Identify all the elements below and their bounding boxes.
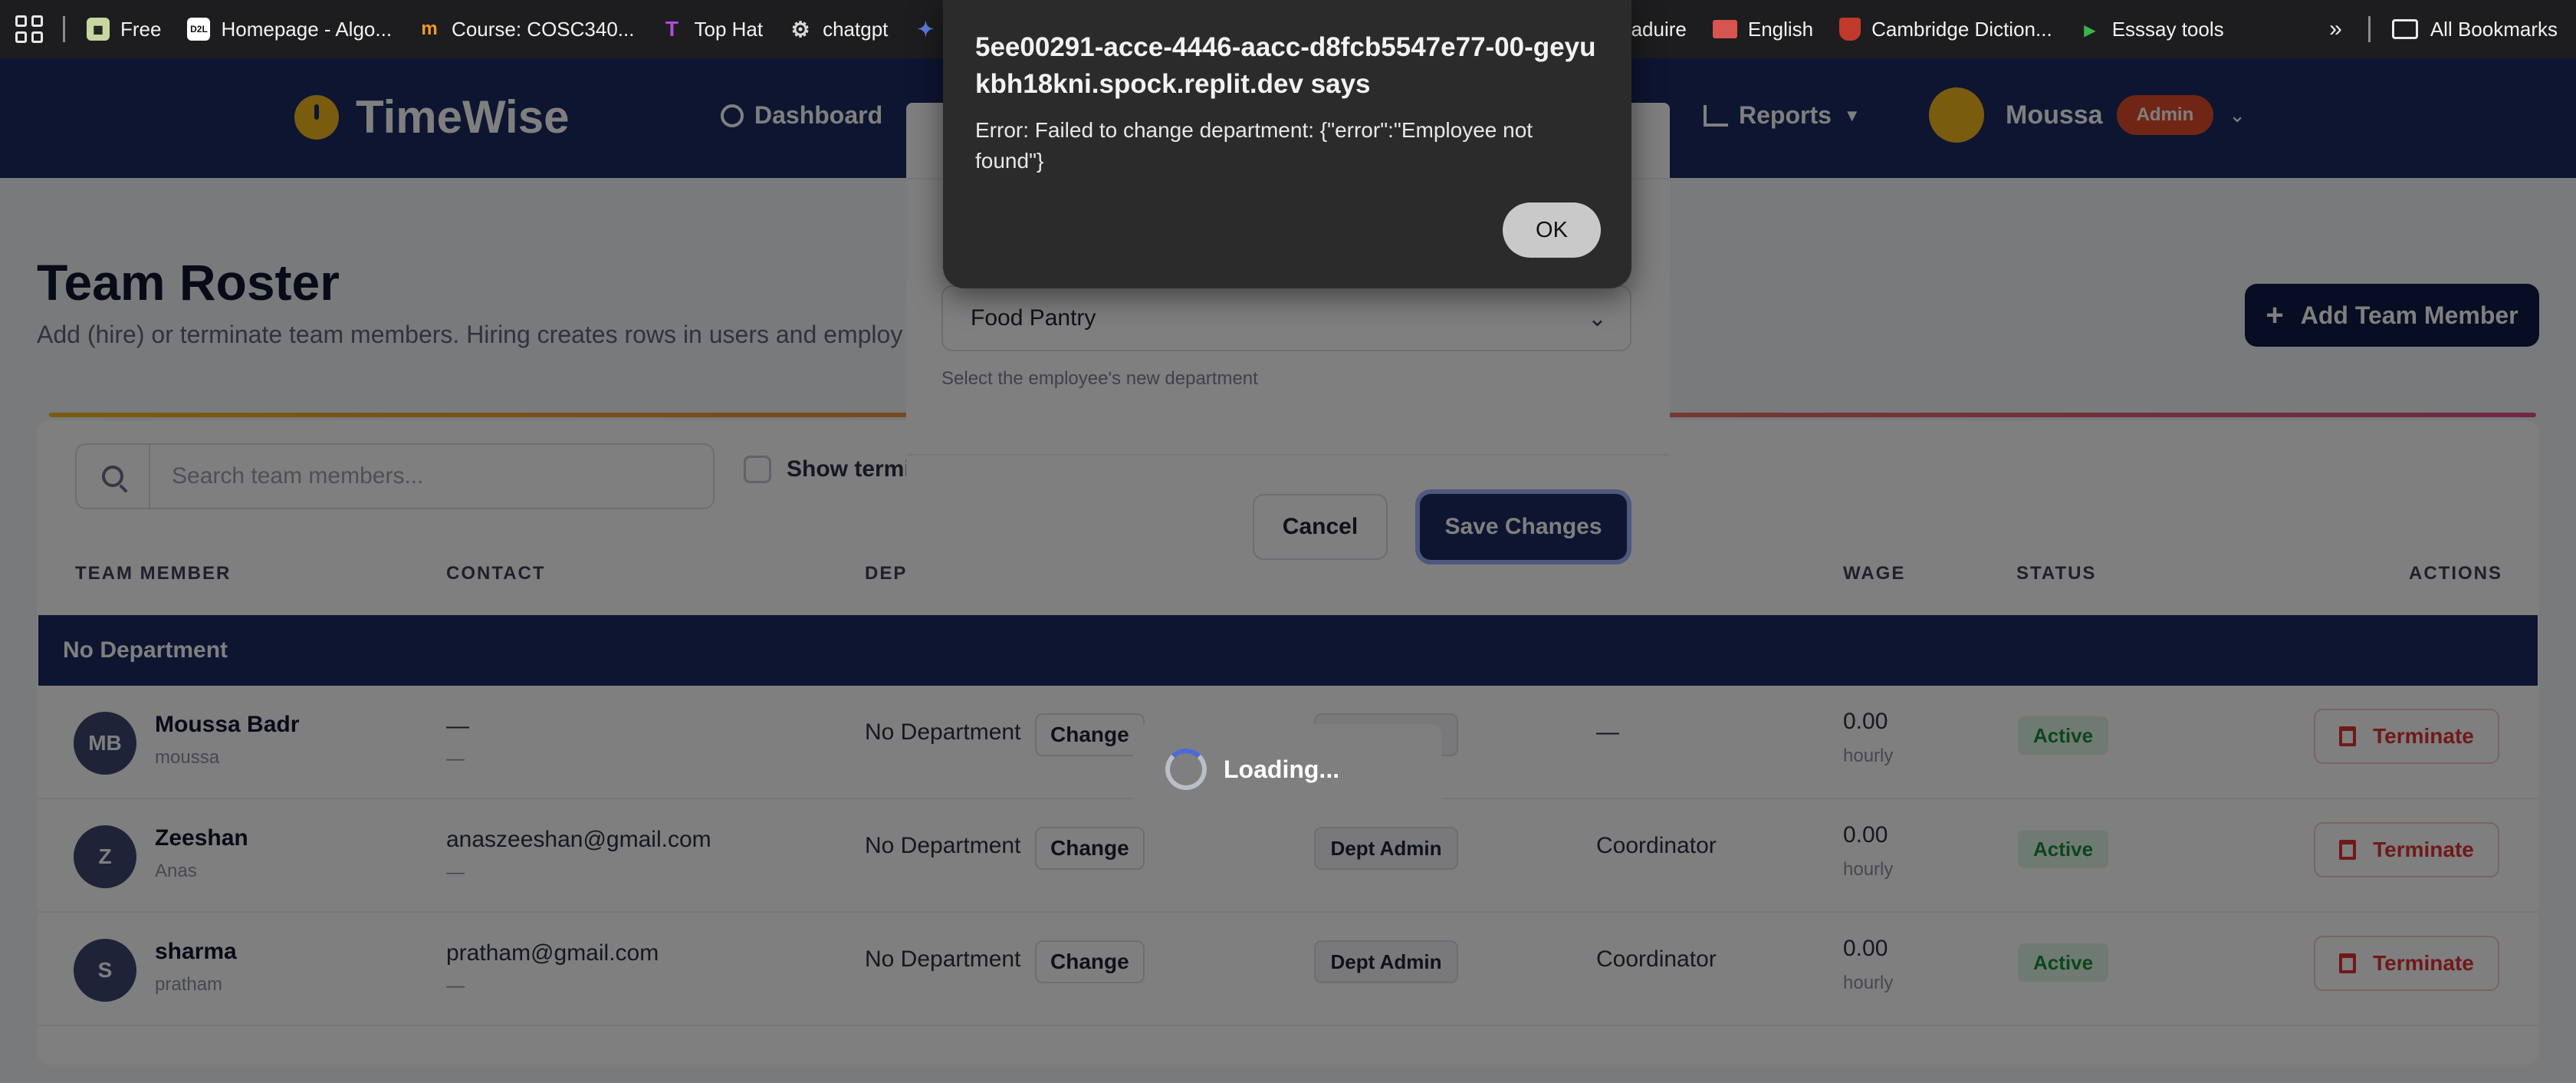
bookmark-label: chatgpt bbox=[823, 17, 889, 41]
bookmark-cambridge[interactable]: Cambridge Diction... bbox=[1839, 18, 2052, 41]
bookmark-chatgpt[interactable]: ⚙ chatgpt bbox=[789, 17, 889, 41]
bookmarks-divider bbox=[63, 16, 65, 42]
bookmark-free[interactable]: ▦ Free bbox=[87, 18, 161, 41]
folder-icon bbox=[2391, 19, 2418, 39]
bookmarks-right: » All Bookmarks bbox=[2329, 0, 2558, 58]
bird-icon: ✦ bbox=[917, 17, 935, 41]
bookmark-label: Cambridge Diction... bbox=[1871, 17, 2052, 41]
bookmark-label: Free bbox=[120, 17, 162, 41]
bookmark-english[interactable]: English bbox=[1712, 17, 1814, 41]
bookmark-label: Course: COSC340... bbox=[452, 17, 635, 41]
loading-indicator: Loading... bbox=[1133, 724, 1441, 815]
openai-icon: ⚙ bbox=[790, 17, 810, 41]
bookmark-moodle[interactable]: m Course: COSC340... bbox=[418, 18, 634, 41]
bookmark-label: English bbox=[1747, 17, 1814, 41]
tophat-icon: T bbox=[665, 17, 679, 41]
browser-alert-dialog: 5ee00291-acce-4446-aacc-d8fcb5547e77-00-… bbox=[943, 0, 1631, 288]
bookmarks-divider bbox=[2367, 16, 2371, 42]
free-icon: ▦ bbox=[87, 18, 110, 41]
flag-icon bbox=[1712, 20, 1737, 38]
bookmark-d2l[interactable]: D2L Homepage - Algo... bbox=[187, 18, 392, 41]
alert-message: Error: Failed to change department: {"er… bbox=[975, 118, 1533, 173]
ok-button[interactable]: OK bbox=[1503, 202, 1601, 258]
cambridge-icon bbox=[1839, 18, 1861, 41]
alert-title: 5ee00291-acce-4446-aacc-d8fcb5547e77-00-… bbox=[975, 32, 1596, 99]
bookmark-essay[interactable]: ▸ Esssay tools bbox=[2078, 18, 2224, 41]
essay-icon: ▸ bbox=[2084, 17, 2095, 41]
apps-grid-icon[interactable] bbox=[15, 15, 43, 43]
bookmark-tophat[interactable]: T Top Hat bbox=[660, 17, 764, 41]
bookmarks-right-group: Traduire English Cambridge Diction... ▸ … bbox=[1613, 0, 2250, 58]
d2l-icon: D2L bbox=[187, 18, 211, 41]
bookmark-label: Top Hat bbox=[694, 17, 764, 41]
all-bookmarks-link[interactable]: All Bookmarks bbox=[2430, 18, 2558, 41]
more-bookmarks-icon[interactable]: » bbox=[2329, 16, 2342, 42]
loading-text: Loading... bbox=[1224, 755, 1340, 783]
spinner-icon bbox=[1165, 749, 1207, 790]
moodle-icon: m bbox=[421, 18, 438, 39]
bookmark-label: Esssay tools bbox=[2111, 17, 2224, 41]
bookmark-label: Homepage - Algo... bbox=[221, 17, 393, 41]
